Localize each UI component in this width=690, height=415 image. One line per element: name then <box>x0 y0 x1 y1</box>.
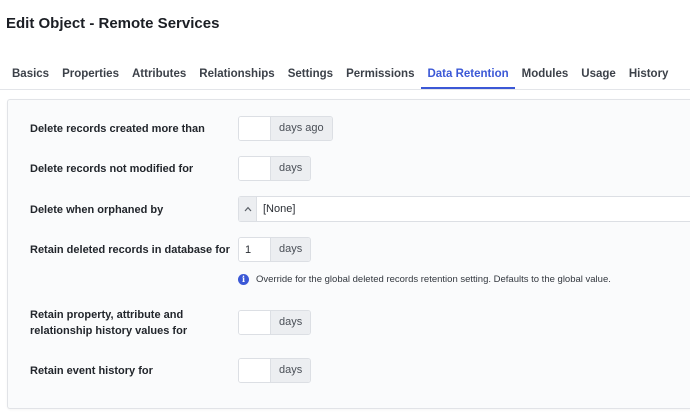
retain-events-field: days <box>238 358 312 383</box>
retain-history-label-line2: relationship history values for <box>30 325 188 337</box>
delete-created-field: days ago <box>238 116 333 141</box>
delete-orphaned-label: Delete when orphaned by <box>30 204 164 216</box>
retain-events-unit: days <box>271 359 311 382</box>
tab-permissions[interactable]: Permissions <box>340 62 421 89</box>
retain-deleted-info-text: Override for the global deleted records … <box>256 274 611 285</box>
retain-deleted-field: days <box>238 237 312 262</box>
tab-properties[interactable]: Properties <box>56 62 126 89</box>
retain-history-label-line1: Retain property, attribute and <box>30 309 184 321</box>
delete-not-modified-label: Delete records not modified for <box>30 163 194 175</box>
info-icon: i <box>238 274 249 285</box>
tab-basics[interactable]: Basics <box>0 62 56 89</box>
tab-bar: Basics Properties Attributes Relationshi… <box>0 62 690 90</box>
delete-orphaned-select[interactable]: [None] <box>238 196 690 222</box>
chevron-up-icon[interactable] <box>239 197 257 221</box>
retain-history-input[interactable] <box>239 311 271 334</box>
retain-deleted-info: i Override for the global deleted record… <box>238 274 611 285</box>
page-title: Edit Object - Remote Services <box>6 15 220 32</box>
tab-history[interactable]: History <box>622 62 675 89</box>
tab-attributes[interactable]: Attributes <box>125 62 192 89</box>
delete-not-modified-field: days <box>238 156 312 181</box>
tab-data-retention[interactable]: Data Retention <box>420 62 516 89</box>
retain-deleted-unit: days <box>271 238 311 261</box>
retain-deleted-label: Retain deleted records in database for <box>30 244 230 256</box>
tab-modules[interactable]: Modules <box>515 62 575 89</box>
retain-events-input[interactable] <box>239 359 271 382</box>
tab-relationships[interactable]: Relationships <box>193 62 281 89</box>
edit-object-page: Edit Object - Remote Services Basics Pro… <box>0 0 690 415</box>
retain-events-label: Retain event history for <box>30 365 153 377</box>
retain-deleted-input[interactable] <box>239 238 271 261</box>
delete-created-unit: days ago <box>271 117 332 140</box>
delete-created-input[interactable] <box>239 117 271 140</box>
delete-created-label: Delete records created more than <box>30 123 205 135</box>
tab-settings[interactable]: Settings <box>281 62 339 89</box>
retain-history-field: days <box>238 310 312 335</box>
tab-usage[interactable]: Usage <box>575 62 623 89</box>
delete-not-modified-input[interactable] <box>239 157 271 180</box>
delete-orphaned-value: [None] <box>263 203 296 215</box>
retain-history-unit: days <box>271 311 311 334</box>
delete-not-modified-unit: days <box>271 157 311 180</box>
